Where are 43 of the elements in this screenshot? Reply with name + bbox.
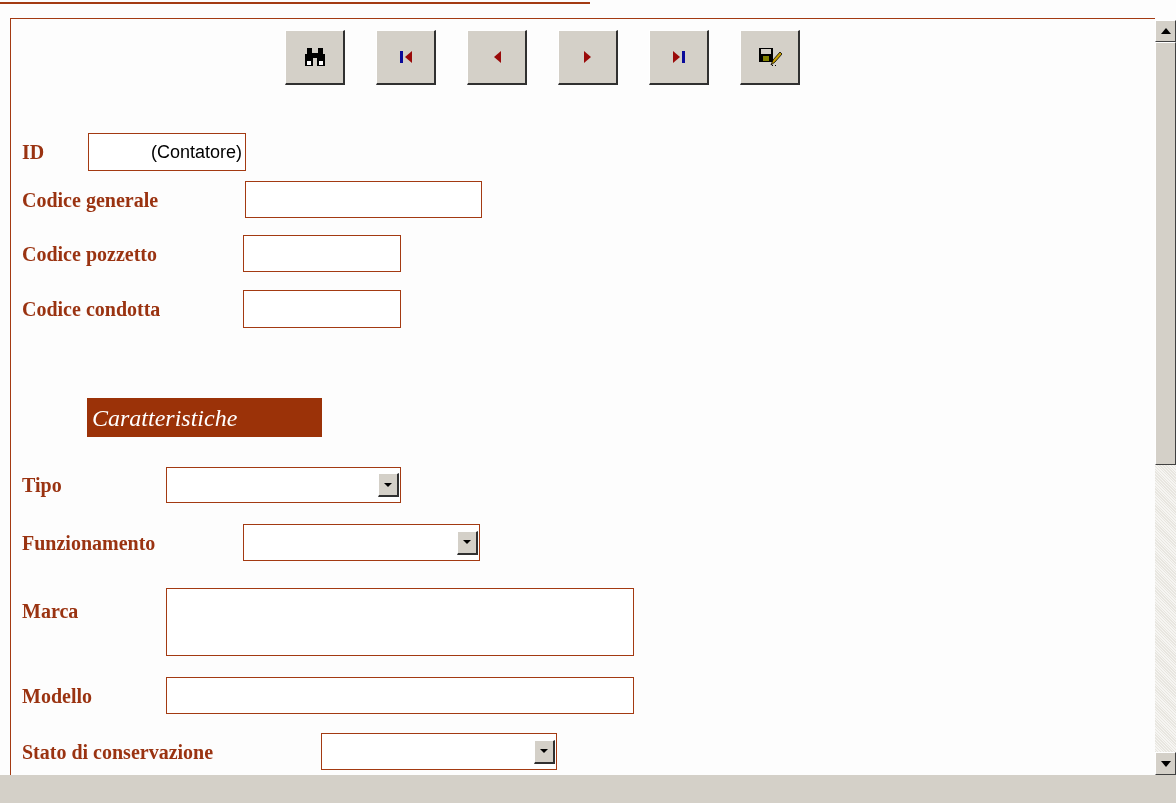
field-label: Codice condotta bbox=[22, 298, 161, 320]
last-record-button[interactable] bbox=[649, 30, 709, 85]
text-field[interactable]: (Contatore) bbox=[88, 133, 246, 171]
next-record-button[interactable] bbox=[558, 30, 618, 85]
combo-box[interactable] bbox=[321, 733, 557, 770]
binoculars-icon bbox=[302, 48, 327, 66]
text-field[interactable] bbox=[166, 677, 634, 714]
text-field[interactable] bbox=[245, 181, 482, 218]
last-record-icon bbox=[671, 50, 686, 64]
field-label: ID bbox=[22, 141, 45, 163]
up-arrow-icon bbox=[1160, 28, 1171, 34]
dropdown-arrow-button[interactable] bbox=[457, 530, 478, 555]
field-label: Funzionamento bbox=[22, 531, 156, 554]
next-record-icon bbox=[583, 50, 592, 64]
memo-field[interactable] bbox=[166, 588, 634, 656]
dropdown-arrow-button[interactable] bbox=[534, 739, 555, 764]
dropdown-arrow-button[interactable] bbox=[378, 473, 399, 497]
field-label: Tipo bbox=[22, 474, 62, 496]
find-button[interactable] bbox=[285, 30, 345, 85]
combo-box[interactable] bbox=[243, 524, 480, 561]
field-label: Modello bbox=[22, 684, 92, 707]
scroll-up-button[interactable] bbox=[1155, 20, 1176, 42]
field-label: Marca bbox=[22, 600, 79, 622]
down-arrow-icon bbox=[384, 482, 392, 487]
text-field[interactable] bbox=[243, 235, 401, 272]
field-label: Codice pozzetto bbox=[22, 242, 157, 265]
down-arrow-icon bbox=[540, 749, 548, 753]
first-record-button[interactable] bbox=[376, 30, 436, 85]
field-label: Codice generale bbox=[22, 188, 159, 211]
text-field[interactable] bbox=[243, 290, 401, 328]
scroll-thumb[interactable] bbox=[1155, 42, 1176, 465]
scroll-down-button[interactable] bbox=[1155, 752, 1176, 775]
vertical-scrollbar[interactable] bbox=[1155, 20, 1176, 775]
save-edit-icon bbox=[757, 47, 782, 67]
previous-record-icon bbox=[492, 50, 501, 64]
down-arrow-icon bbox=[1160, 760, 1171, 767]
previous-record-button[interactable] bbox=[467, 30, 527, 85]
combo-box[interactable] bbox=[166, 467, 401, 503]
first-record-icon bbox=[398, 50, 413, 64]
field-label: Stato di conservazione bbox=[22, 740, 214, 763]
section-heading: Caratteristiche bbox=[87, 398, 322, 437]
save-button[interactable] bbox=[740, 30, 800, 85]
down-arrow-icon bbox=[463, 540, 471, 544]
